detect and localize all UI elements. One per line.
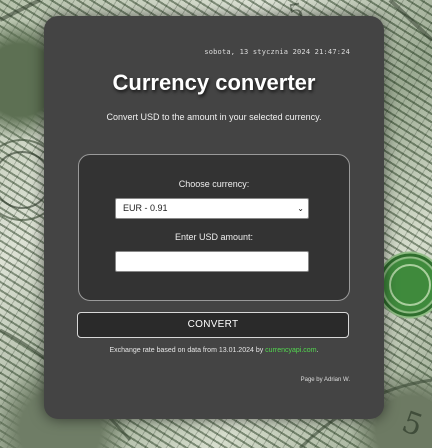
currency-select[interactable]: EUR - 0.91 ⌄	[115, 198, 309, 219]
chevron-down-icon: ⌄	[297, 204, 304, 213]
svg-text:5: 5	[397, 405, 427, 444]
currency-select-value: EUR - 0.91	[123, 203, 168, 213]
converter-form: Choose currency: EUR - 0.91 ⌄ Enter USD …	[78, 154, 350, 301]
current-datetime: sobota, 13 stycznia 2024 21:47:24	[204, 48, 350, 56]
currency-label: Choose currency:	[178, 179, 250, 189]
page-title: Currency converter	[112, 70, 316, 95]
rate-note-text: Exchange rate based on data from 13.01.2…	[109, 347, 266, 354]
amount-label: Enter USD amount:	[174, 232, 254, 242]
currencyapi-link[interactable]: currencyapi.com	[265, 347, 316, 354]
page-description: Convert USD to the amount in your select…	[106, 112, 322, 122]
page-credit: Page by Adrian W.	[300, 377, 350, 383]
converter-card: sobota, 13 stycznia 2024 21:47:24 Curren…	[44, 16, 384, 419]
convert-button[interactable]: CONVERT	[77, 312, 349, 338]
rate-note-suffix: .	[316, 347, 319, 354]
rate-note: Exchange rate based on data from 13.01.2…	[44, 347, 384, 354]
usd-amount-input[interactable]	[115, 251, 309, 272]
